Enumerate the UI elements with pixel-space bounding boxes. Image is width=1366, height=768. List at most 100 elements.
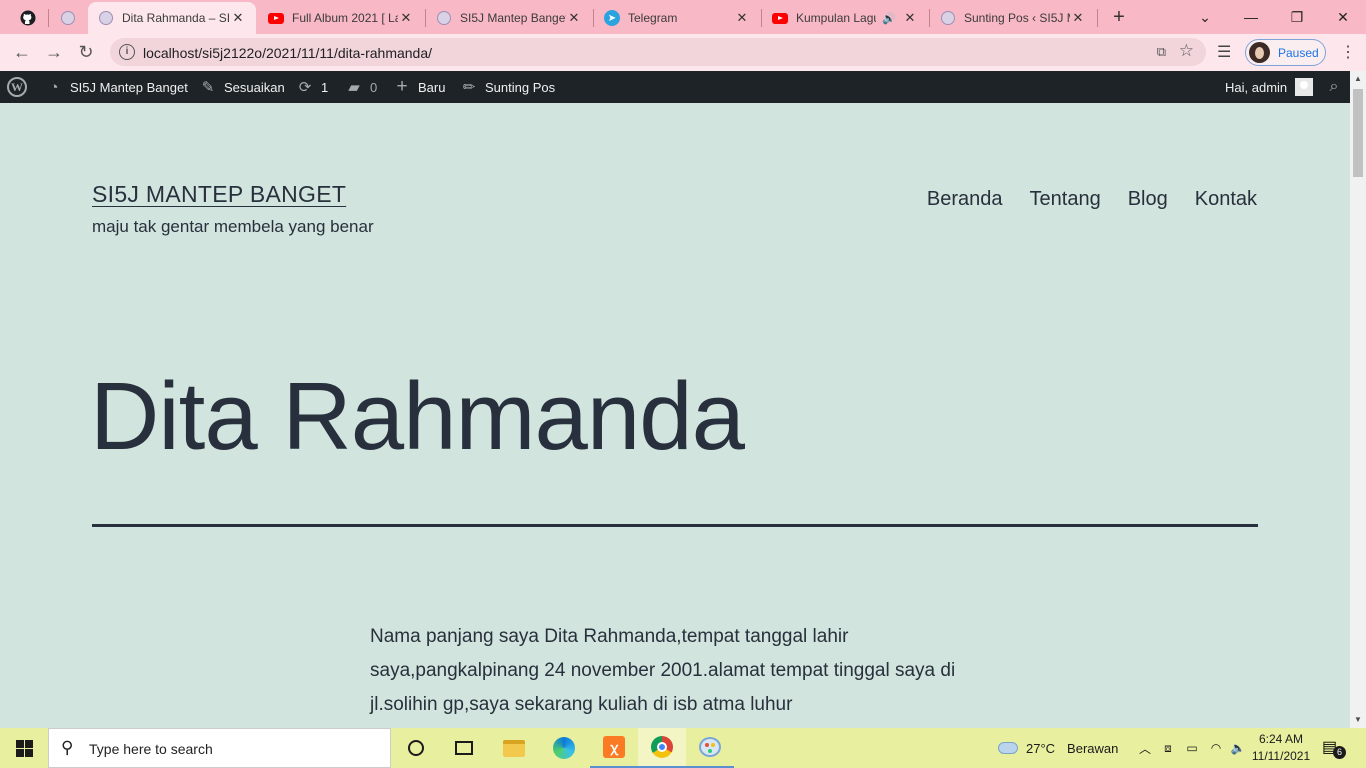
paint-palette-icon bbox=[699, 737, 721, 757]
folder-icon bbox=[503, 739, 525, 757]
weather-widget[interactable]: 27°C Berawan bbox=[998, 728, 1118, 768]
wifi-icon[interactable]: ◠ bbox=[1204, 741, 1228, 755]
admin-bar-site-name[interactable]: ◔ SI5J Mantep Banget bbox=[44, 71, 188, 103]
taskbar-search-box[interactable]: ⚲ Type here to search bbox=[48, 728, 391, 768]
scrollbar-thumb[interactable] bbox=[1353, 89, 1363, 177]
tab-github[interactable] bbox=[10, 2, 46, 34]
admin-bar-updates[interactable]: ⟳ 1 bbox=[295, 71, 329, 103]
cortana-button[interactable] bbox=[392, 728, 440, 768]
wordpress-logo-button[interactable]: W bbox=[7, 71, 27, 103]
tab-youtube-kumpulan-lagu[interactable]: Kumpulan Lagu 🔊 ✕ bbox=[762, 2, 928, 34]
url-text[interactable]: localhost/si5j2122o/2021/11/11/dita-rahm… bbox=[143, 45, 432, 61]
primary-menu: Beranda Tentang Blog Kontak bbox=[927, 188, 1257, 211]
chrome-button[interactable] bbox=[638, 728, 686, 768]
wp-admin-bar: W ◔ SI5J Mantep Banget ✎ Sesuaikan ⟳ 1 ▰… bbox=[0, 71, 1350, 103]
tab-title: SI5J Mantep Banget bbox=[460, 11, 566, 25]
youtube-icon bbox=[772, 10, 788, 26]
menu-item-beranda[interactable]: Beranda bbox=[927, 188, 1003, 211]
close-tab-icon[interactable]: ✕ bbox=[398, 10, 414, 26]
close-tab-icon[interactable]: ✕ bbox=[1070, 10, 1086, 26]
menu-item-kontak[interactable]: Kontak bbox=[1195, 188, 1257, 211]
github-icon bbox=[20, 10, 36, 26]
reading-list-icon[interactable]: ☰ bbox=[1217, 42, 1231, 62]
site-name-label: SI5J Mantep Banget bbox=[70, 79, 188, 95]
dashboard-gauge-icon: ◔ bbox=[49, 78, 59, 96]
close-tab-icon[interactable]: ✕ bbox=[902, 10, 918, 26]
xampp-button[interactable]: ꭓ bbox=[590, 728, 638, 768]
tab-search-chevron-icon[interactable]: ⌄ bbox=[1182, 0, 1228, 34]
scroll-up-arrow-icon[interactable]: ▲ bbox=[1350, 71, 1366, 87]
windows-logo-icon bbox=[15, 739, 33, 757]
paintbrush-icon: ✎ bbox=[201, 79, 215, 96]
start-button[interactable] bbox=[0, 728, 48, 768]
close-tab-icon[interactable]: ✕ bbox=[566, 10, 582, 26]
close-tab-icon[interactable]: ✕ bbox=[230, 10, 246, 26]
kebab-menu-icon[interactable]: ⋮ bbox=[1340, 42, 1356, 62]
volume-icon[interactable]: 🔈 bbox=[1228, 741, 1248, 755]
taskbar-clock[interactable]: 6:24 AM 11/11/2021 bbox=[1246, 731, 1316, 765]
bookmark-star-icon[interactable]: ☆ bbox=[1179, 41, 1194, 61]
chrome-icon bbox=[651, 736, 673, 758]
edge-button[interactable] bbox=[540, 728, 588, 768]
tab-title: Kumpulan Lagu bbox=[796, 11, 877, 25]
title-divider bbox=[92, 524, 1258, 527]
comment-bubble-icon: ▰ bbox=[348, 79, 360, 96]
close-tab-icon[interactable]: ✕ bbox=[734, 10, 750, 26]
notification-center-button[interactable]: ▤ 6 bbox=[1322, 737, 1346, 759]
avatar bbox=[1295, 78, 1314, 96]
back-arrow-icon[interactable]: ← bbox=[10, 40, 34, 64]
search-icon: ⌕ bbox=[1329, 78, 1339, 95]
meet-now-icon[interactable]: ⧈ bbox=[1156, 741, 1180, 756]
admin-bar-comments[interactable]: ▰ 0 bbox=[344, 71, 377, 103]
tab-si5j-mantep-banget[interactable]: SI5J Mantep Banget ✕ bbox=[426, 2, 592, 34]
site-title[interactable]: SI5J MANTEP BANGET bbox=[92, 181, 346, 208]
translate-icon[interactable]: ⧉ bbox=[1157, 44, 1166, 60]
xampp-icon: ꭓ bbox=[603, 736, 625, 758]
reload-icon[interactable]: ↻ bbox=[74, 40, 98, 64]
wordpress-site-icon bbox=[98, 10, 114, 26]
tab-dita-rahmanda[interactable]: Dita Rahmanda – SI5J Mantep Banget ✕ bbox=[88, 2, 256, 34]
paint-button[interactable] bbox=[686, 728, 734, 768]
tab-title: Telegram bbox=[628, 11, 678, 25]
tab-wordpress-pinned[interactable] bbox=[50, 2, 86, 34]
site-info-icon[interactable]: i bbox=[119, 44, 135, 60]
windows-taskbar: ⚲ Type here to search ꭓ 27°C Berawan ︿ ⧈… bbox=[0, 728, 1366, 768]
admin-bar-edit-post[interactable]: ✏ Sunting Pos bbox=[459, 71, 555, 103]
tab-sunting-pos[interactable]: Sunting Pos ‹ SI5J Mantep ✕ bbox=[930, 2, 1096, 34]
tab-telegram[interactable]: ➤ Telegram ✕ bbox=[594, 2, 760, 34]
customize-label: Sesuaikan bbox=[224, 79, 285, 95]
system-tray: ︿ ⧈ ▭ ◠ 🔈 bbox=[1134, 728, 1248, 768]
battery-icon[interactable]: ▭ bbox=[1180, 741, 1204, 755]
scroll-down-arrow-icon[interactable]: ▼ bbox=[1350, 712, 1366, 728]
task-view-button[interactable] bbox=[440, 728, 488, 768]
admin-bar-new[interactable]: + Baru bbox=[392, 71, 445, 103]
close-window-icon[interactable]: ✕ bbox=[1320, 0, 1366, 34]
greeting-label: Hai, admin bbox=[1225, 79, 1288, 95]
clock-time: 6:24 AM bbox=[1258, 732, 1304, 746]
tab-youtube-album[interactable]: Full Album 2021 [ Lagu ✕ bbox=[258, 2, 424, 34]
page-scrollbar[interactable]: ▲ ▼ bbox=[1350, 71, 1366, 728]
edit-post-label: Sunting Pos bbox=[485, 79, 556, 95]
cortana-circle-icon bbox=[408, 740, 424, 756]
restore-icon[interactable]: ❐ bbox=[1274, 0, 1320, 34]
admin-bar-search[interactable]: ⌕ bbox=[1324, 71, 1350, 103]
wordpress-site-icon bbox=[60, 10, 76, 26]
admin-bar-my-account[interactable]: Hai, admin bbox=[1225, 71, 1314, 103]
forward-arrow-icon[interactable]: → bbox=[42, 40, 66, 64]
audio-playing-icon[interactable]: 🔊 bbox=[882, 12, 896, 25]
minimize-icon[interactable]: — bbox=[1228, 0, 1274, 34]
admin-bar-customize[interactable]: ✎ Sesuaikan bbox=[198, 71, 285, 103]
tab-title: Dita Rahmanda – SI5J Mantep Banget bbox=[122, 11, 230, 25]
wordpress-site-icon bbox=[436, 10, 452, 26]
address-bar[interactable]: i localhost/si5j2122o/2021/11/11/dita-ra… bbox=[110, 38, 1206, 66]
file-explorer-button[interactable] bbox=[490, 728, 538, 768]
comments-count: 0 bbox=[370, 79, 378, 95]
menu-item-blog[interactable]: Blog bbox=[1128, 188, 1168, 211]
weather-temp: 27°C bbox=[1026, 740, 1056, 756]
new-tab-icon[interactable]: + bbox=[1106, 5, 1132, 29]
notification-badge: 6 bbox=[1333, 746, 1346, 759]
plus-icon: + bbox=[396, 76, 408, 97]
profile-button[interactable]: Paused bbox=[1245, 39, 1326, 66]
menu-item-tentang[interactable]: Tentang bbox=[1030, 188, 1101, 211]
chevron-up-icon[interactable]: ︿ bbox=[1134, 740, 1156, 757]
